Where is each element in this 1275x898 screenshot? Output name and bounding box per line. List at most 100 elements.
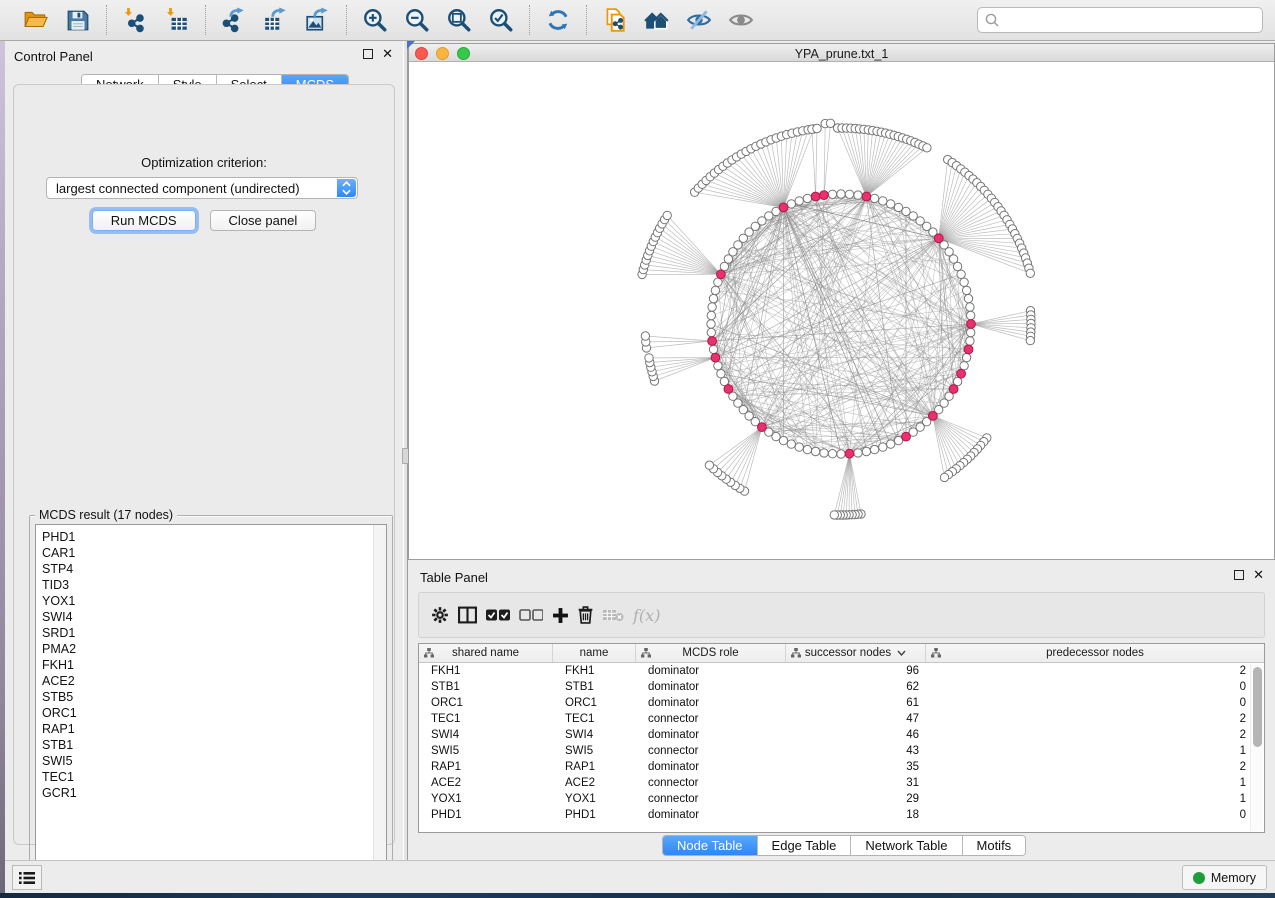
- memory-button[interactable]: Memory: [1182, 865, 1267, 890]
- result-list-scrollbar[interactable]: [373, 525, 386, 875]
- column-header-predecessor-nodes[interactable]: predecessor nodes: [926, 644, 1264, 662]
- table-tab-motifs[interactable]: Motifs: [963, 836, 1026, 855]
- cell-shared-name[interactable]: SWI4: [419, 729, 553, 741]
- mcds-result-item[interactable]: CAR1: [42, 545, 386, 561]
- clone-network-icon[interactable]: [601, 6, 629, 34]
- zoom-selected-icon[interactable]: [487, 6, 515, 34]
- select-all-rows-icon[interactable]: [486, 604, 510, 626]
- column-header-MCDS-role[interactable]: MCDS role: [636, 644, 786, 662]
- table-tab-edge-table[interactable]: Edge Table: [758, 836, 852, 855]
- mcds-result-item[interactable]: SRD1: [42, 625, 386, 641]
- cell-name[interactable]: ORC1: [553, 697, 636, 709]
- cell-name[interactable]: FKH1: [553, 665, 636, 677]
- cell-MCDS-role[interactable]: connector: [636, 793, 786, 805]
- cell-predecessor-nodes[interactable]: 1: [926, 745, 1264, 757]
- mcds-result-item[interactable]: TEC1: [42, 769, 386, 785]
- zoom-fit-icon[interactable]: [445, 6, 473, 34]
- deselect-all-rows-icon[interactable]: [519, 604, 543, 626]
- save-session-icon[interactable]: [64, 6, 92, 34]
- cell-successor-nodes[interactable]: 35: [786, 761, 926, 773]
- table-row[interactable]: ACE2ACE2connector311: [419, 775, 1264, 791]
- table-scrollbar[interactable]: [1250, 664, 1263, 831]
- table-row[interactable]: FKH1FKH1dominator962: [419, 663, 1264, 679]
- cell-shared-name[interactable]: STB1: [419, 681, 553, 693]
- export-table-icon[interactable]: [262, 6, 290, 34]
- mcds-result-item[interactable]: ACE2: [42, 673, 386, 689]
- cell-predecessor-nodes[interactable]: 2: [926, 665, 1264, 677]
- cell-MCDS-role[interactable]: dominator: [636, 761, 786, 773]
- cell-shared-name[interactable]: FKH1: [419, 665, 553, 677]
- import-network-icon[interactable]: [121, 6, 149, 34]
- cell-shared-name[interactable]: PHD1: [419, 809, 553, 821]
- table-row[interactable]: SWI4SWI4dominator462: [419, 727, 1264, 743]
- cell-successor-nodes[interactable]: 61: [786, 697, 926, 709]
- cell-predecessor-nodes[interactable]: 0: [926, 809, 1264, 821]
- cell-MCDS-role[interactable]: connector: [636, 713, 786, 725]
- table-row[interactable]: RAP1RAP1dominator352: [419, 759, 1264, 775]
- import-table-icon[interactable]: [163, 6, 191, 34]
- close-panel-button[interactable]: Close panel: [210, 210, 317, 231]
- cell-successor-nodes[interactable]: 31: [786, 777, 926, 789]
- cell-predecessor-nodes[interactable]: 2: [926, 713, 1264, 725]
- add-column-icon[interactable]: [552, 604, 569, 626]
- mcds-result-item[interactable]: ORC1: [42, 705, 386, 721]
- cell-shared-name[interactable]: YOX1: [419, 793, 553, 805]
- refresh-view-icon[interactable]: [544, 6, 572, 34]
- export-image-icon[interactable]: [304, 6, 332, 34]
- float-table-panel-icon[interactable]: [1234, 570, 1244, 580]
- table-row[interactable]: TEC1TEC1connector472: [419, 711, 1264, 727]
- zoom-in-icon[interactable]: [361, 6, 389, 34]
- run-mcds-button[interactable]: Run MCDS: [92, 210, 196, 231]
- open-file-icon[interactable]: [22, 6, 50, 34]
- mcds-result-item[interactable]: STB5: [42, 689, 386, 705]
- column-header-successor-nodes[interactable]: successor nodes: [786, 644, 926, 662]
- optimization-criterion-dropdown[interactable]: largest connected component (undirected): [46, 177, 358, 199]
- cell-shared-name[interactable]: ACE2: [419, 777, 553, 789]
- toggle-panes-icon[interactable]: [458, 604, 477, 626]
- hide-selected-icon[interactable]: [685, 6, 713, 34]
- cell-name[interactable]: SWI5: [553, 745, 636, 757]
- cell-name[interactable]: RAP1: [553, 761, 636, 773]
- cell-shared-name[interactable]: SWI5: [419, 745, 553, 757]
- table-row[interactable]: SWI5SWI5connector431: [419, 743, 1264, 759]
- table-settings-icon[interactable]: [431, 604, 449, 626]
- cell-MCDS-role[interactable]: connector: [636, 745, 786, 757]
- cell-MCDS-role[interactable]: dominator: [636, 681, 786, 693]
- close-table-panel-icon[interactable]: ✕: [1253, 570, 1264, 580]
- delete-columns-icon[interactable]: [578, 604, 593, 626]
- network-canvas[interactable]: .e{stroke:#8c8c8c;stroke-width:.6;opacit…: [409, 62, 1274, 559]
- mcds-result-item[interactable]: STP4: [42, 561, 386, 577]
- cell-shared-name[interactable]: RAP1: [419, 761, 553, 773]
- cell-predecessor-nodes[interactable]: 2: [926, 761, 1264, 773]
- cell-name[interactable]: STB1: [553, 681, 636, 693]
- mcds-result-item[interactable]: SWI4: [42, 609, 386, 625]
- cell-name[interactable]: SWI4: [553, 729, 636, 741]
- cell-successor-nodes[interactable]: 47: [786, 713, 926, 725]
- cell-successor-nodes[interactable]: 62: [786, 681, 926, 693]
- table-scrollbar-thumb[interactable]: [1253, 667, 1262, 747]
- cell-MCDS-role[interactable]: dominator: [636, 729, 786, 741]
- table-row[interactable]: YOX1YOX1connector291: [419, 791, 1264, 807]
- table-row[interactable]: STB1STB1dominator620: [419, 679, 1264, 695]
- cell-successor-nodes[interactable]: 43: [786, 745, 926, 757]
- cell-MCDS-role[interactable]: dominator: [636, 809, 786, 821]
- mcds-result-item[interactable]: GCR1: [42, 785, 386, 801]
- table-tab-network-table[interactable]: Network Table: [851, 836, 962, 855]
- cell-name[interactable]: PHD1: [553, 809, 636, 821]
- network-graph[interactable]: .e{stroke:#8c8c8c;stroke-width:.6;opacit…: [409, 62, 1274, 559]
- show-all-icon[interactable]: [727, 6, 755, 34]
- cell-predecessor-nodes[interactable]: 1: [926, 793, 1264, 805]
- export-network-icon[interactable]: [220, 6, 248, 34]
- cell-MCDS-role[interactable]: dominator: [636, 697, 786, 709]
- table-row[interactable]: PHD1PHD1dominator180: [419, 807, 1264, 823]
- cell-shared-name[interactable]: TEC1: [419, 713, 553, 725]
- network-window-titlebar[interactable]: YPA_prune.txt_1: [409, 43, 1274, 62]
- cell-name[interactable]: YOX1: [553, 793, 636, 805]
- mcds-result-list[interactable]: PHD1CAR1STP4TID3YOX1SWI4SRD1PMA2FKH1ACE2…: [35, 524, 387, 876]
- zoom-out-icon[interactable]: [403, 6, 431, 34]
- mcds-result-item[interactable]: RAP1: [42, 721, 386, 737]
- cell-predecessor-nodes[interactable]: 0: [926, 681, 1264, 693]
- cell-successor-nodes[interactable]: 46: [786, 729, 926, 741]
- mcds-result-item[interactable]: YOX1: [42, 593, 386, 609]
- cell-predecessor-nodes[interactable]: 0: [926, 697, 1264, 709]
